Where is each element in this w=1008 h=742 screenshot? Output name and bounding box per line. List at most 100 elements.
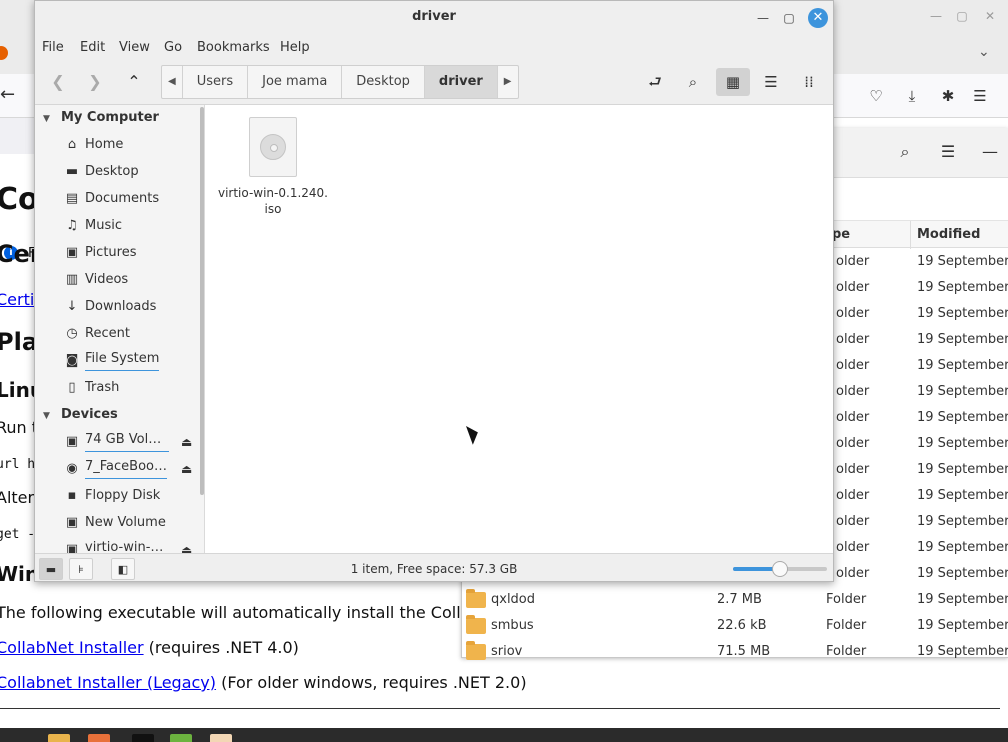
collabnet-legacy-link[interactable]: Collabnet Installer (Legacy) xyxy=(0,673,216,692)
download-icon[interactable]: ⤓ xyxy=(902,86,922,106)
icon-view-icon[interactable]: ▦ xyxy=(716,68,750,96)
menu-go[interactable]: Go xyxy=(164,40,182,55)
file-type: older xyxy=(836,540,870,555)
hamburger-menu-icon[interactable]: ☰ xyxy=(970,86,990,106)
sidebar-item-videos[interactable]: ▥ Videos xyxy=(61,267,201,293)
title-bar[interactable]: driver — ▢ ✕ xyxy=(35,1,833,35)
toggle-location-icon[interactable]: ⮐ xyxy=(638,68,672,96)
close-icon[interactable]: ✕ xyxy=(808,8,828,28)
breadcrumb-left-arrow-icon[interactable]: ◀ xyxy=(162,66,183,98)
search-icon[interactable]: ⌕ xyxy=(676,68,710,96)
eject-icon[interactable]: ⏏ xyxy=(181,537,192,553)
menu-help[interactable]: Help xyxy=(280,40,310,55)
up-button[interactable]: ⌃ xyxy=(122,71,146,93)
status-text: 1 item, Free space: 57.3 GB xyxy=(350,562,518,576)
firefox-app-icon[interactable] xyxy=(88,734,110,742)
sidebar-item-downloads[interactable]: ↓ Downloads xyxy=(61,294,201,320)
breadcrumb-joe-mama[interactable]: Joe mama xyxy=(248,66,343,98)
file-modified: 19 September 2 xyxy=(917,514,1008,529)
table-row[interactable]: qxldod 2.7 MB Folder 19 September 2 xyxy=(462,587,1008,613)
pocket-icon[interactable]: ♡ xyxy=(866,86,886,106)
table-row[interactable]: sriov 71.5 MB Folder 19 September 2 xyxy=(462,639,1008,665)
files-app-icon[interactable] xyxy=(48,734,70,742)
sidebar-heading-my-computer[interactable]: ▼ My Computer xyxy=(43,107,159,129)
back-arrow-icon[interactable]: ← xyxy=(0,84,15,105)
menu-edit[interactable]: Edit xyxy=(80,40,105,55)
file-modified: 19 September 2 xyxy=(917,618,1008,633)
filesystem-icon: ◙ xyxy=(65,353,79,368)
menu-bookmarks[interactable]: Bookmarks xyxy=(197,40,270,55)
zoom-slider-handle[interactable] xyxy=(772,561,788,577)
collabnet-installer-link[interactable]: CollabNet Installer xyxy=(0,638,144,657)
minimize-icon[interactable]: — xyxy=(928,8,944,24)
paragraph-text: The following executable will automatica… xyxy=(0,603,471,622)
sidebar-item-7-faceboo[interactable]: ◉ 7_FaceBoo… ⏏ xyxy=(61,456,201,482)
sidebar-item-trash[interactable]: ▯ Trash xyxy=(61,375,201,401)
sidebar-item-virtio-win-0[interactable]: ▣ virtio-win-0… ⏏ xyxy=(61,537,201,553)
eject-icon[interactable]: ⏏ xyxy=(181,429,192,455)
file-type: older xyxy=(836,254,870,269)
sidebar-item-label: 74 GB Volu… xyxy=(85,429,169,452)
sidebar-scrollbar[interactable] xyxy=(200,107,204,495)
eject-icon[interactable]: ⏏ xyxy=(181,456,192,482)
sidebar-item-floppy-disk[interactable]: ▪ Floppy Disk xyxy=(61,483,201,509)
recent-icon: ◷ xyxy=(66,326,78,341)
forward-button[interactable]: ❯ xyxy=(83,71,107,93)
sidebar-item-file-system[interactable]: ◙ File System xyxy=(61,348,201,374)
firefox-favicon-icon[interactable] xyxy=(0,46,8,60)
floppy-icon: ▪ xyxy=(67,488,77,503)
terminal-app-icon[interactable] xyxy=(132,734,154,742)
breadcrumb-users[interactable]: Users xyxy=(183,66,249,98)
disc-icon: ◉ xyxy=(66,461,78,476)
column-header-modified[interactable]: Modified xyxy=(910,221,1008,249)
menu-file[interactable]: File xyxy=(42,40,64,55)
drive-icon: ▣ xyxy=(65,542,79,553)
folder-icon xyxy=(466,589,486,608)
breadcrumb-desktop[interactable]: Desktop xyxy=(342,66,425,98)
sidebar-item-music[interactable]: ♫ Music xyxy=(61,213,201,239)
music-icon: ♫ xyxy=(66,218,78,233)
sidebar-item-new-volume[interactable]: ▣ New Volume xyxy=(61,510,201,536)
collapse-triangle-icon[interactable]: ▼ xyxy=(43,405,55,427)
sidebar-item-documents[interactable]: ▤ Documents xyxy=(61,186,201,212)
minimize-icon[interactable]: — xyxy=(754,9,772,27)
menu-view[interactable]: View xyxy=(119,40,150,55)
collapse-triangle-icon[interactable]: ▼ xyxy=(43,108,55,130)
section-heading: Pla xyxy=(0,328,39,356)
maximize-icon[interactable]: ▢ xyxy=(954,8,970,24)
zoom-slider[interactable] xyxy=(733,561,827,577)
hamburger-menu-icon[interactable]: ☰ xyxy=(938,142,958,162)
file-manager-window: driver — ▢ ✕ File Edit View Go Bookmarks… xyxy=(34,0,834,582)
maximize-icon[interactable]: ▢ xyxy=(780,9,798,27)
sidebar-item-label: File System xyxy=(85,348,160,371)
minimize-icon[interactable]: — xyxy=(980,142,1000,162)
sidebar-item-74-gb-volu[interactable]: ▣ 74 GB Volu… ⏏ xyxy=(61,429,201,455)
back-button[interactable]: ❮ xyxy=(46,71,70,93)
search-icon[interactable]: ⌕ xyxy=(895,142,915,162)
extensions-icon[interactable]: ✱ xyxy=(938,86,958,106)
column-header-type[interactable]: pe xyxy=(826,221,910,249)
file-name: qxldod xyxy=(491,592,536,607)
sidebar-item-desktop[interactable]: ▬ Desktop xyxy=(61,159,201,185)
file-modified: 19 September 2 xyxy=(917,254,1008,269)
chevron-down-icon[interactable]: ⌄ xyxy=(978,44,990,60)
sidebar-item-label: virtio-win-0… xyxy=(85,537,169,553)
app-icon[interactable] xyxy=(170,734,192,742)
sidebar-item-recent[interactable]: ◷ Recent xyxy=(61,321,201,347)
sidebar-heading-devices[interactable]: ▼ Devices xyxy=(43,404,118,426)
taskbar xyxy=(0,728,1008,742)
sidebar-item-pictures[interactable]: ▣ Pictures xyxy=(61,240,201,266)
horizontal-rule xyxy=(0,708,1000,709)
file-item[interactable]: virtio-win-0.1.240. iso xyxy=(214,117,332,217)
close-icon[interactable]: ✕ xyxy=(982,8,998,24)
breadcrumb-right-arrow-icon[interactable]: ▶ xyxy=(498,66,518,98)
list-view-icon[interactable]: ☰ xyxy=(754,68,788,96)
breadcrumb-driver[interactable]: driver xyxy=(424,66,498,98)
app-icon[interactable] xyxy=(210,734,232,742)
file-modified: 19 September 2 xyxy=(917,566,1008,581)
file-size: 71.5 MB xyxy=(717,644,771,659)
table-row[interactable]: smbus 22.6 kB Folder 19 September 2 xyxy=(462,613,1008,639)
sidebar-item-home[interactable]: ⌂ Home xyxy=(61,132,201,158)
file-modified: 19 September 2 xyxy=(917,488,1008,503)
compact-view-icon[interactable]: ⁞⁞ xyxy=(792,68,826,96)
